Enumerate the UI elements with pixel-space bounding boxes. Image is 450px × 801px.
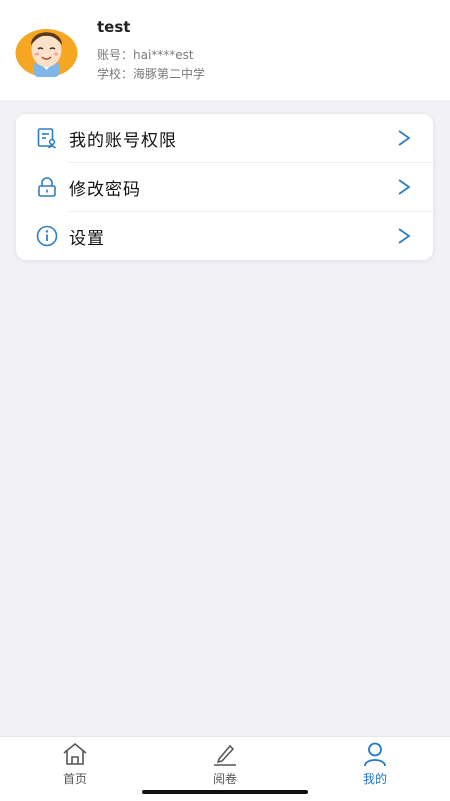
- tab-home[interactable]: 首页: [0, 737, 150, 793]
- pen-icon: [214, 744, 236, 766]
- home-indicator: [142, 790, 308, 794]
- tab-label-marking: 阅卷: [212, 772, 237, 786]
- chevron-right-icon: [398, 179, 411, 195]
- home-icon: [63, 742, 87, 765]
- tab-mine[interactable]: 我的: [300, 737, 450, 793]
- menu-item-change-password[interactable]: 修改密码: [16, 163, 433, 211]
- chevron-right-icon: [398, 228, 411, 244]
- profile-header: test 账号：hai****est 学校：海豚第二中学: [0, 0, 450, 100]
- user-icon: [364, 742, 386, 767]
- tab-label-home: 首页: [62, 772, 87, 786]
- lock-icon: [38, 177, 56, 197]
- account-permission-icon: [37, 128, 57, 149]
- menu-label-change-password: 修改密码: [69, 180, 141, 200]
- tab-marking[interactable]: 阅卷: [150, 737, 300, 793]
- tab-label-mine: 我的: [362, 772, 387, 786]
- avatar[interactable]: [15, 20, 78, 77]
- menu-item-settings[interactable]: 设置: [16, 212, 433, 260]
- menu-label-account-permissions: 我的账号权限: [69, 131, 177, 151]
- settings-menu: 我的账号权限 修改密码 设置: [16, 114, 433, 260]
- chevron-right-icon: [398, 130, 411, 146]
- menu-label-settings: 设置: [69, 229, 105, 249]
- account-text: 账号：hai****est: [97, 48, 194, 62]
- info-icon: [36, 225, 58, 247]
- school-text: 学校：海豚第二中学: [97, 67, 206, 81]
- menu-item-account-permissions[interactable]: 我的账号权限: [16, 114, 433, 162]
- user-name: test: [97, 18, 131, 36]
